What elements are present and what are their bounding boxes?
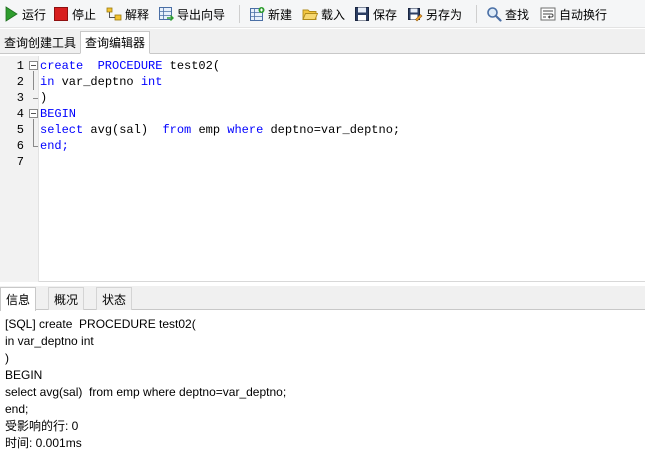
sql-keyword: BEGIN <box>40 107 77 121</box>
fold-toggle-icon[interactable] <box>29 109 38 118</box>
main-toolbar: 运行 停止 解释 导出向导 新建 载入 保存 另存为 查找 自动换行 <box>0 0 645 28</box>
magnifier-icon <box>486 6 502 22</box>
explain-icon <box>106 6 122 22</box>
save-label: 保存 <box>373 7 398 22</box>
sql-text: ) <box>40 91 48 105</box>
run-label: 运行 <box>22 7 47 22</box>
sql-keyword: end; <box>40 139 69 153</box>
code-line: select avg(sal) from emp where deptno=va… <box>40 122 400 138</box>
load-button[interactable]: 载入 <box>299 3 348 25</box>
fold-guide-end <box>33 98 38 99</box>
code-line: in var_deptno int <box>40 74 162 90</box>
code-line: BEGIN <box>40 106 76 122</box>
play-icon <box>3 6 19 22</box>
message-line: [SQL] create PROCEDURE test02( <box>5 317 196 331</box>
explain-button[interactable]: 解释 <box>103 3 152 25</box>
sql-text: test02( <box>169 59 221 73</box>
find-label: 查找 <box>505 7 530 22</box>
tab-messages[interactable]: 信息 <box>0 287 37 311</box>
message-line: in var_deptno int <box>5 334 94 348</box>
stop-button[interactable]: 停止 <box>50 3 99 25</box>
new-query-icon <box>249 6 265 22</box>
line-number: 4 <box>16 107 24 121</box>
sql-keyword: in <box>40 75 55 89</box>
message-line: ) <box>5 351 9 365</box>
fold-guide <box>33 71 34 90</box>
explain-label: 解释 <box>125 7 150 22</box>
word-wrap-label: 自动换行 <box>559 7 608 22</box>
save-as-button[interactable]: 另存为 <box>404 3 465 25</box>
sql-keyword: select <box>40 123 84 137</box>
sql-keyword: int <box>140 75 163 89</box>
sql-text: emp <box>191 123 228 137</box>
line-number: 6 <box>16 139 24 153</box>
word-wrap-button[interactable]: 自动换行 <box>537 3 610 25</box>
new-button[interactable]: 新建 <box>246 3 295 25</box>
toolbar-separator <box>239 5 240 23</box>
fold-guide <box>33 119 34 146</box>
stop-label: 停止 <box>72 7 97 22</box>
code-line: end; <box>40 138 69 154</box>
fold-toggle-icon[interactable] <box>29 61 38 70</box>
stop-icon <box>53 6 69 22</box>
line-number: 7 <box>16 155 24 169</box>
word-wrap-icon <box>540 6 556 22</box>
export-wizard-label: 导出向导 <box>177 7 226 22</box>
new-label: 新建 <box>268 7 293 22</box>
sql-keyword: create PROCEDURE <box>40 59 170 73</box>
tab-query-editor[interactable]: 查询编辑器 <box>80 31 151 54</box>
load-label: 载入 <box>321 7 346 22</box>
message-output: [SQL] create PROCEDURE test02( in var_de… <box>0 311 645 454</box>
sql-text: avg(sal) <box>83 123 163 137</box>
code-line: create PROCEDURE test02( <box>40 58 220 74</box>
line-number: 3 <box>16 91 24 105</box>
sql-keyword: from <box>162 123 192 137</box>
code-line: ) <box>40 90 47 106</box>
message-line: 时间: 0.001ms <box>5 436 82 450</box>
sql-text: deptno=var_deptno; <box>263 123 401 137</box>
line-number-gutter: 1 2 3 4 5 6 7 <box>0 56 39 282</box>
message-line: 受影响的行: 0 <box>5 419 79 433</box>
save-button[interactable]: 保存 <box>351 3 400 25</box>
tab-query-builder[interactable]: 查询创建工具 <box>0 31 80 54</box>
run-button[interactable]: 运行 <box>0 3 49 25</box>
tab-status[interactable]: 状态 <box>96 287 133 310</box>
find-button[interactable]: 查找 <box>483 3 532 25</box>
line-number: 5 <box>16 123 24 137</box>
sql-editor[interactable]: 1 2 3 4 5 6 7 create PROCEDURE test02(in… <box>0 56 645 282</box>
sql-text: var_deptno <box>54 75 141 89</box>
export-wizard-button[interactable]: 导出向导 <box>155 3 228 25</box>
line-number: 1 <box>16 59 24 73</box>
editor-tab-strip: 查询创建工具 查询编辑器 <box>0 29 645 54</box>
fold-guide-end <box>33 146 38 147</box>
export-wizard-icon <box>158 6 174 22</box>
save-as-label: 另存为 <box>426 7 463 22</box>
folder-open-icon <box>302 6 319 22</box>
tab-profile[interactable]: 概况 <box>48 287 85 310</box>
toolbar-separator <box>476 5 477 23</box>
message-line: BEGIN <box>5 368 43 382</box>
message-line: end; <box>5 402 29 416</box>
result-tab-strip: 信息 概况 状态 <box>0 286 645 311</box>
save-as-icon <box>407 6 423 22</box>
floppy-disk-icon <box>354 6 370 22</box>
message-line: select avg(sal) from emp where deptno=va… <box>5 385 287 399</box>
sql-keyword: where <box>227 123 264 137</box>
line-number: 2 <box>16 75 24 89</box>
